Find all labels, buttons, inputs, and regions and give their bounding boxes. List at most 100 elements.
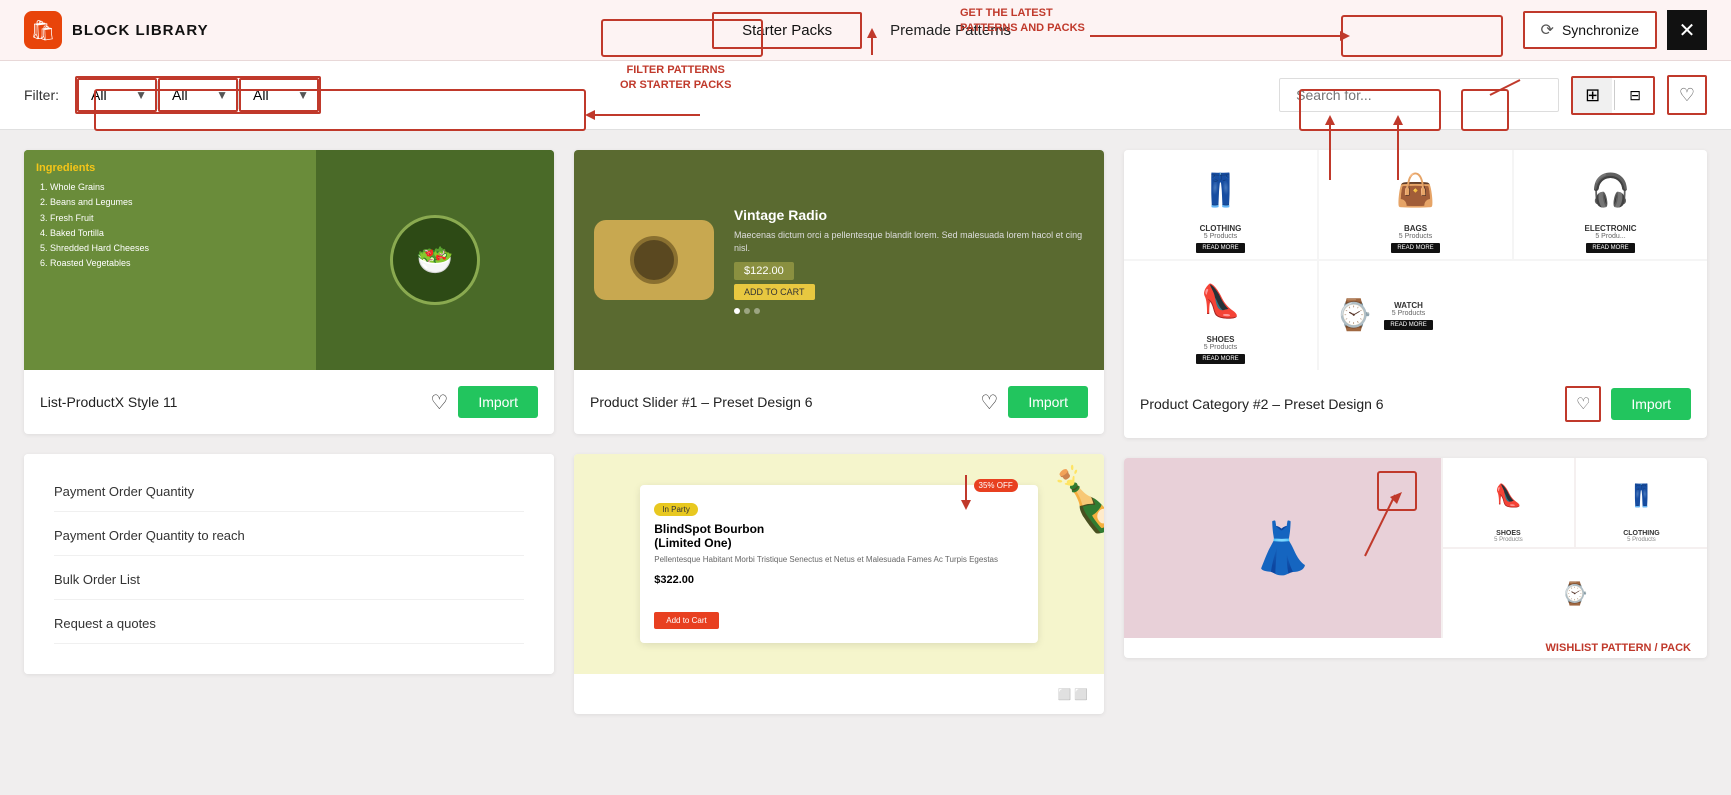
cat2-shoes-icon: 👠 (1495, 462, 1522, 530)
recipe-item: Baked Tortilla (50, 226, 304, 241)
cat2-jeans-icon: 👖 (1628, 462, 1655, 530)
cat2-clothing: 👖 CLOTHING 5 Products (1576, 458, 1707, 547)
card-list-productx: Ingredients Whole Grains Beans and Legum… (24, 150, 554, 434)
cat-electronic-sub: 5 Produ... (1595, 233, 1625, 240)
cat-jeans-icon: 👖 (1201, 156, 1241, 224)
radio-desc: Maecenas dictum orci a pellentesque blan… (734, 229, 1084, 256)
tab-starter-packs[interactable]: Starter Packs (712, 12, 862, 49)
bourbon-preview: 35% OFF In Party BlindSpot Bourbon(Limit… (574, 454, 1104, 674)
card-3-import-button[interactable]: Import (1611, 388, 1691, 420)
cat-item-clothing: 👖 CLOTHING 5 Products READ MORE (1124, 150, 1317, 259)
filter-label: Filter: (24, 87, 59, 103)
tab-premade-patterns[interactable]: Premade Patterns (862, 14, 1039, 47)
radio-dot-1 (734, 308, 740, 314)
cat-item-electronic: 🎧 ELECTRONIC 5 Produ... READ MORE (1514, 150, 1707, 259)
card-product-category: 👖 CLOTHING 5 Products READ MORE 👜 BAGS 5… (1124, 150, 1707, 438)
filter-select-3[interactable]: All (239, 78, 319, 112)
cat2-shoes-label: SHOES (1496, 530, 1521, 537)
recipe-item: Whole Grains (50, 180, 304, 195)
recipe-item: Beans and Legumes (50, 195, 304, 210)
bourbon-price: $322.00 (654, 574, 1024, 586)
card-4-thumb: Payment Order Quantity Payment Order Qua… (24, 454, 554, 674)
radio-dots (734, 308, 1084, 314)
logo-text: BLOCK LIBRARY (72, 22, 209, 39)
card-product-category-2: 👗 👠 SHOES 5 Products 👖 CLOTHING (1124, 458, 1707, 658)
payment-preview: Payment Order Quantity Payment Order Qua… (24, 454, 554, 674)
recipe-item: Fresh Fruit (50, 211, 304, 226)
payment-row-1: Payment Order Quantity (54, 484, 524, 512)
recipe-ingredients: Ingredients Whole Grains Beans and Legum… (24, 150, 316, 370)
card-2-wishlist-button[interactable]: ♡ (980, 390, 998, 415)
filter-annotation: FILTER PATTERNSOR STARTER PACKS (620, 63, 731, 94)
card-1-actions: ♡ Import (430, 386, 538, 418)
payment-row-3: Bulk Order List (54, 572, 524, 600)
sync-icon: ⟳ (1541, 20, 1554, 40)
cat-bags-sub: 5 Products (1399, 233, 1432, 240)
card-payment: Payment Order Quantity Payment Order Qua… (24, 454, 554, 674)
recipe-item: Shredded Hard Cheeses (50, 241, 304, 256)
close-button[interactable]: ✕ (1667, 10, 1707, 50)
bourbon-add-button[interactable]: Add to Cart (654, 612, 718, 629)
recipe-preview: Ingredients Whole Grains Beans and Legum… (24, 150, 554, 370)
bourbon-desc: Pellentesque Habitant Morbi Tristique Se… (654, 554, 1024, 566)
cat-headphones-icon: 🎧 (1591, 156, 1631, 224)
card-1-thumb: Ingredients Whole Grains Beans and Legum… (24, 150, 554, 370)
cat-clothing-read: READ MORE (1196, 243, 1244, 253)
nav-tabs: Starter Packs Premade Patterns (249, 12, 1503, 49)
cat2-watch-bottom: ⌚ (1443, 549, 1707, 638)
radio-preview: Vintage Radio Maecenas dictum orci a pel… (574, 150, 1104, 370)
card-2-title: Product Slider #1 – Preset Design 6 (590, 394, 980, 410)
cat2-shoes-sub: 5 Products (1494, 537, 1523, 543)
card-1-footer: List-ProductX Style 11 ♡ Import (24, 370, 554, 434)
cat-watch-icon: ⌚ (1335, 298, 1372, 333)
category2-preview: 👗 👠 SHOES 5 Products 👖 CLOTHING (1124, 458, 1707, 638)
cat-bags-read: READ MORE (1391, 243, 1439, 253)
wishlist-annotation: WISHLIST PATTERN / PACK (1124, 638, 1707, 658)
filter-selects-group: All ▼ All ▼ All ▼ (75, 76, 321, 114)
small-grid-icon: ⊟ (1629, 87, 1641, 104)
card-2-import-button[interactable]: Import (1008, 386, 1088, 418)
cat-shoes-sub: 5 Products (1204, 344, 1237, 351)
filter-select-1-wrap: All ▼ (77, 78, 157, 112)
bourbon-party-badge: In Party (654, 503, 698, 516)
filter-select-1[interactable]: All (77, 78, 157, 112)
search-input[interactable] (1279, 78, 1559, 112)
wishlist-filter-button[interactable]: ♡ (1667, 75, 1707, 115)
payment-row-4: Request a quotes (54, 616, 524, 644)
card-5-thumb: 35% OFF In Party BlindSpot Bourbon(Limit… (574, 454, 1104, 674)
card-5-footer: ⬜ ⬜ (574, 674, 1104, 714)
cat-item-bag: 👜 BAGS 5 Products READ MORE (1319, 150, 1512, 259)
filter-select-3-wrap: All ▼ (239, 78, 319, 112)
bourbon-card-content: 35% OFF In Party BlindSpot Bourbon(Limit… (640, 485, 1038, 643)
sync-button[interactable]: ⟳ Synchronize (1523, 11, 1657, 49)
card-5-icons: ⬜ ⬜ (1058, 688, 1088, 701)
column-2: Vintage Radio Maecenas dictum orci a pel… (574, 150, 1104, 714)
logo-area: 🛍 BLOCK LIBRARY (24, 11, 209, 49)
recipe-item: Roasted Vegetables (50, 256, 304, 271)
card-1-import-button[interactable]: Import (458, 386, 538, 418)
cat-shoes-icon: 👠 (1201, 267, 1241, 335)
card-3-footer: Product Category #2 – Preset Design 6 ♡ … (1124, 370, 1707, 438)
cat-watch-label: WATCH (1384, 301, 1432, 310)
card-3-wishlist-button[interactable]: ♡ (1565, 386, 1601, 422)
view-toggle: ⊞ ⊟ (1571, 76, 1655, 115)
salad-image: 🥗 (390, 215, 480, 305)
card-product-slider: Vintage Radio Maecenas dictum orci a pel… (574, 150, 1104, 434)
cat-shoes-label: SHOES (1206, 335, 1234, 344)
view-large-button[interactable]: ⊞ (1573, 78, 1612, 113)
filter-bar: Filter: All ▼ All ▼ All ▼ FILTER PATTERN… (0, 61, 1731, 130)
header-right: ⟳ Synchronize ✕ (1523, 10, 1707, 50)
view-small-button[interactable]: ⊟ (1617, 80, 1653, 111)
cat2-right-side: 👠 SHOES 5 Products 👖 CLOTHING 5 Products… (1443, 458, 1707, 638)
sync-label: Synchronize (1562, 22, 1639, 38)
card-2-footer: Product Slider #1 – Preset Design 6 ♡ Im… (574, 370, 1104, 434)
card-1-wishlist-button[interactable]: ♡ (430, 390, 448, 415)
radio-dot-3 (754, 308, 760, 314)
radio-dot-2 (744, 308, 750, 314)
header: 🛍 BLOCK LIBRARY Starter Packs Premade Pa… (0, 0, 1731, 61)
bourbon-sale-badge: 35% OFF (974, 479, 1018, 492)
radio-device-image (594, 220, 714, 300)
main-content: Ingredients Whole Grains Beans and Legum… (0, 130, 1731, 734)
radio-cta: ADD TO CART (734, 284, 815, 300)
filter-select-2[interactable]: All (158, 78, 238, 112)
